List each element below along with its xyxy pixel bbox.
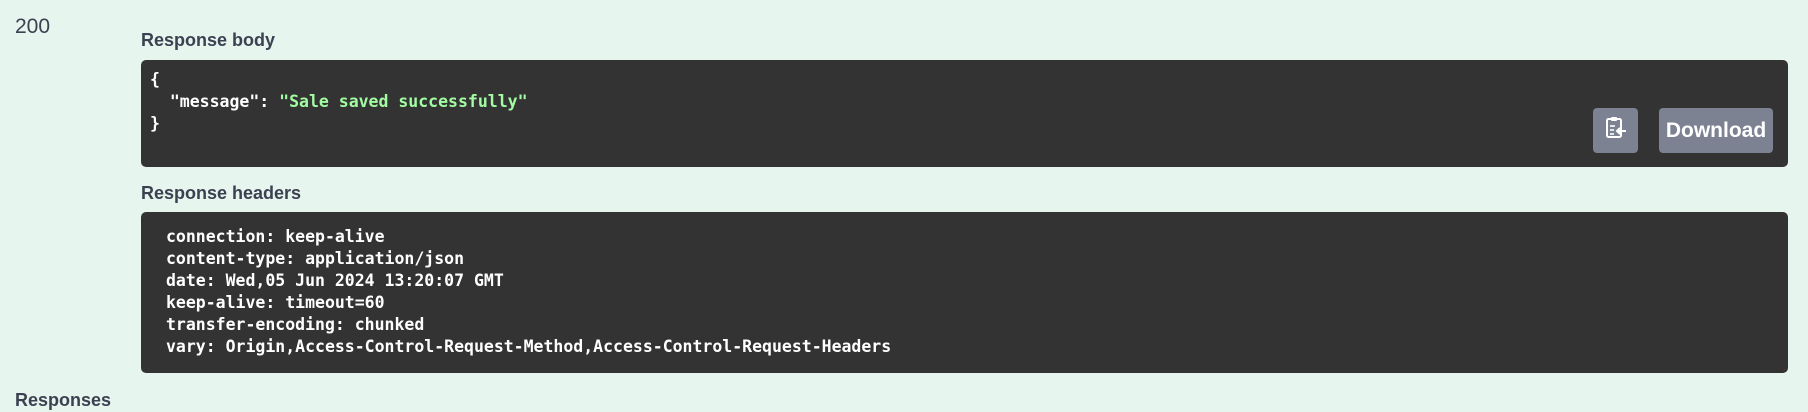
copy-to-clipboard-button[interactable] xyxy=(1593,108,1638,153)
json-value: "Sale saved successfully" xyxy=(279,92,528,111)
json-open-brace: { xyxy=(150,70,160,89)
header-line: content-type: application/json xyxy=(166,249,465,268)
header-line: transfer-encoding: chunked xyxy=(166,315,425,334)
json-key: "message" xyxy=(169,92,260,111)
response-body-heading: Response body xyxy=(141,30,276,50)
response-headers-code: connection: keep-alive content-type: appl… xyxy=(166,226,891,358)
json-separator: : xyxy=(259,92,280,111)
clipboard-copy-icon xyxy=(1605,116,1627,145)
response-headers-heading: Response headers xyxy=(141,183,302,203)
responses-heading: Responses xyxy=(15,390,112,410)
header-line: vary: Origin,Access-Control-Request-Meth… xyxy=(166,337,892,356)
response-headers-panel: connection: keep-alive content-type: appl… xyxy=(141,212,1788,373)
response-body-code: { "message": "Sale saved successfully" } xyxy=(150,69,528,135)
response-body-panel: { "message": "Sale saved successfully" } xyxy=(141,60,1788,167)
header-line: connection: keep-alive xyxy=(166,227,385,246)
json-close-brace: } xyxy=(150,114,160,133)
download-button[interactable]: Download xyxy=(1659,108,1773,153)
header-line: date: Wed,05 Jun 2024 13:20:07 GMT xyxy=(166,271,504,290)
status-code: 200 xyxy=(15,15,51,38)
header-line: keep-alive: timeout=60 xyxy=(166,293,385,312)
